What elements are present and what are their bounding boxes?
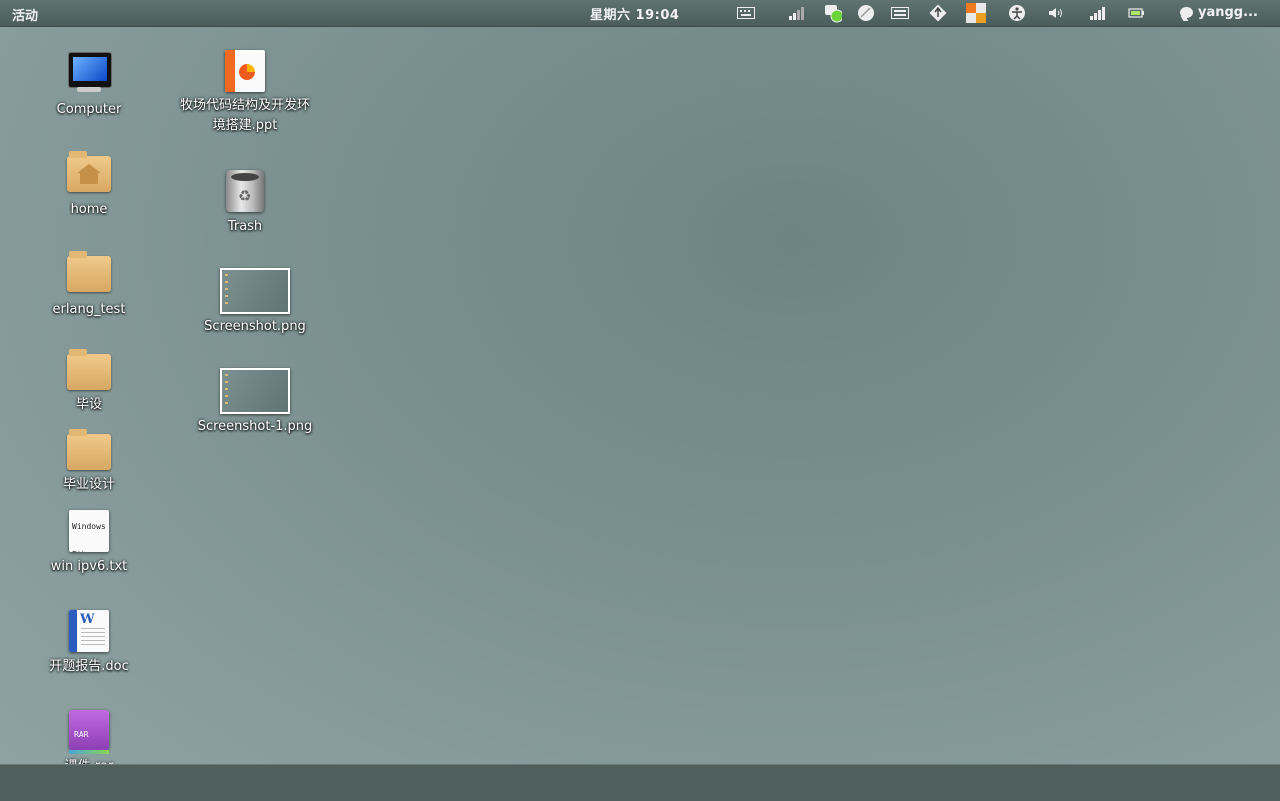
icon-label: erlang_test [52,302,126,317]
desktop-icon-screenshot-1-png[interactable]: Screenshot-1.png [185,368,325,437]
presentation-icon [223,50,267,94]
top-panel: 活动 星期六 19:04 yangg... [0,0,1280,27]
keyboard-icon[interactable] [737,4,755,22]
wireless-signal-icon[interactable] [1088,4,1106,22]
desktop-icon-home[interactable]: home [19,150,159,220]
word-document-icon: W [67,610,111,654]
activities-button[interactable]: 活动 [12,5,38,24]
folder-icon [67,428,111,472]
icon-label: 毕设 [75,397,102,412]
user-menu[interactable]: yangg... [1180,5,1258,20]
user-name: yangg... [1198,5,1258,20]
folder-icon [67,250,111,294]
desktop-icon-bishe[interactable]: 毕设 [19,348,159,415]
icon-label: Trash [227,219,263,234]
icon-label: Screenshot-1.png [197,419,313,434]
icon-label: Screenshot.png [204,319,306,334]
icon-label: 牧场代码结构及开发环境搭建.ppt [179,98,310,133]
desktop-icon-screenshot-png[interactable]: Screenshot.png [185,268,325,337]
clock[interactable]: 星期六 19:04 [590,4,679,23]
home-folder-icon [67,150,111,194]
icon-label: win ipv6.txt [50,559,128,574]
image-thumbnail-icon [220,368,290,414]
volume-icon[interactable] [1047,4,1065,22]
app-indicator-icon[interactable] [966,3,986,23]
desktop-icon-biye-sheji[interactable]: 毕业设计 [19,428,159,495]
icon-label: home [70,202,108,217]
chat-status-icon[interactable] [824,4,842,23]
image-thumbnail-icon [220,268,290,314]
desktop-icon-trash[interactable]: ♻ Trash [175,170,315,237]
accessibility-icon[interactable] [1008,4,1026,22]
folder-icon [67,348,111,392]
signal-icon[interactable] [787,4,805,22]
trash-icon: ♻ [223,170,267,214]
network-ball-icon[interactable] [857,4,875,22]
desktop-icon-ppt[interactable]: 牧场代码结构及开发环境搭建.ppt [175,50,315,136]
battery-icon[interactable] [1128,4,1146,22]
computer-icon [67,50,112,94]
desktop-icon-erlang-test[interactable]: erlang_test [19,250,159,320]
keyboard-layout-icon[interactable] [891,4,909,22]
rar-archive-icon: RAR [67,710,111,754]
icon-label: 毕业设计 [62,477,115,492]
icon-label: Computer [56,102,122,117]
desktop-icon-kaiti-baogao-doc[interactable]: W 开题报告.doc [19,610,159,677]
text-preview: Windows Etherne [72,522,106,552]
chat-bubble-icon [1180,7,1193,18]
desktop-icon-computer[interactable]: Computer [19,50,159,120]
updates-icon[interactable] [929,4,947,22]
text-file-icon: Windows Etherne [67,510,111,554]
icon-label: 开题报告.doc [49,659,129,674]
bottom-panel [0,764,1280,801]
desktop-icon-win-ipv6-txt[interactable]: Windows Etherne win ipv6.txt [19,510,159,577]
